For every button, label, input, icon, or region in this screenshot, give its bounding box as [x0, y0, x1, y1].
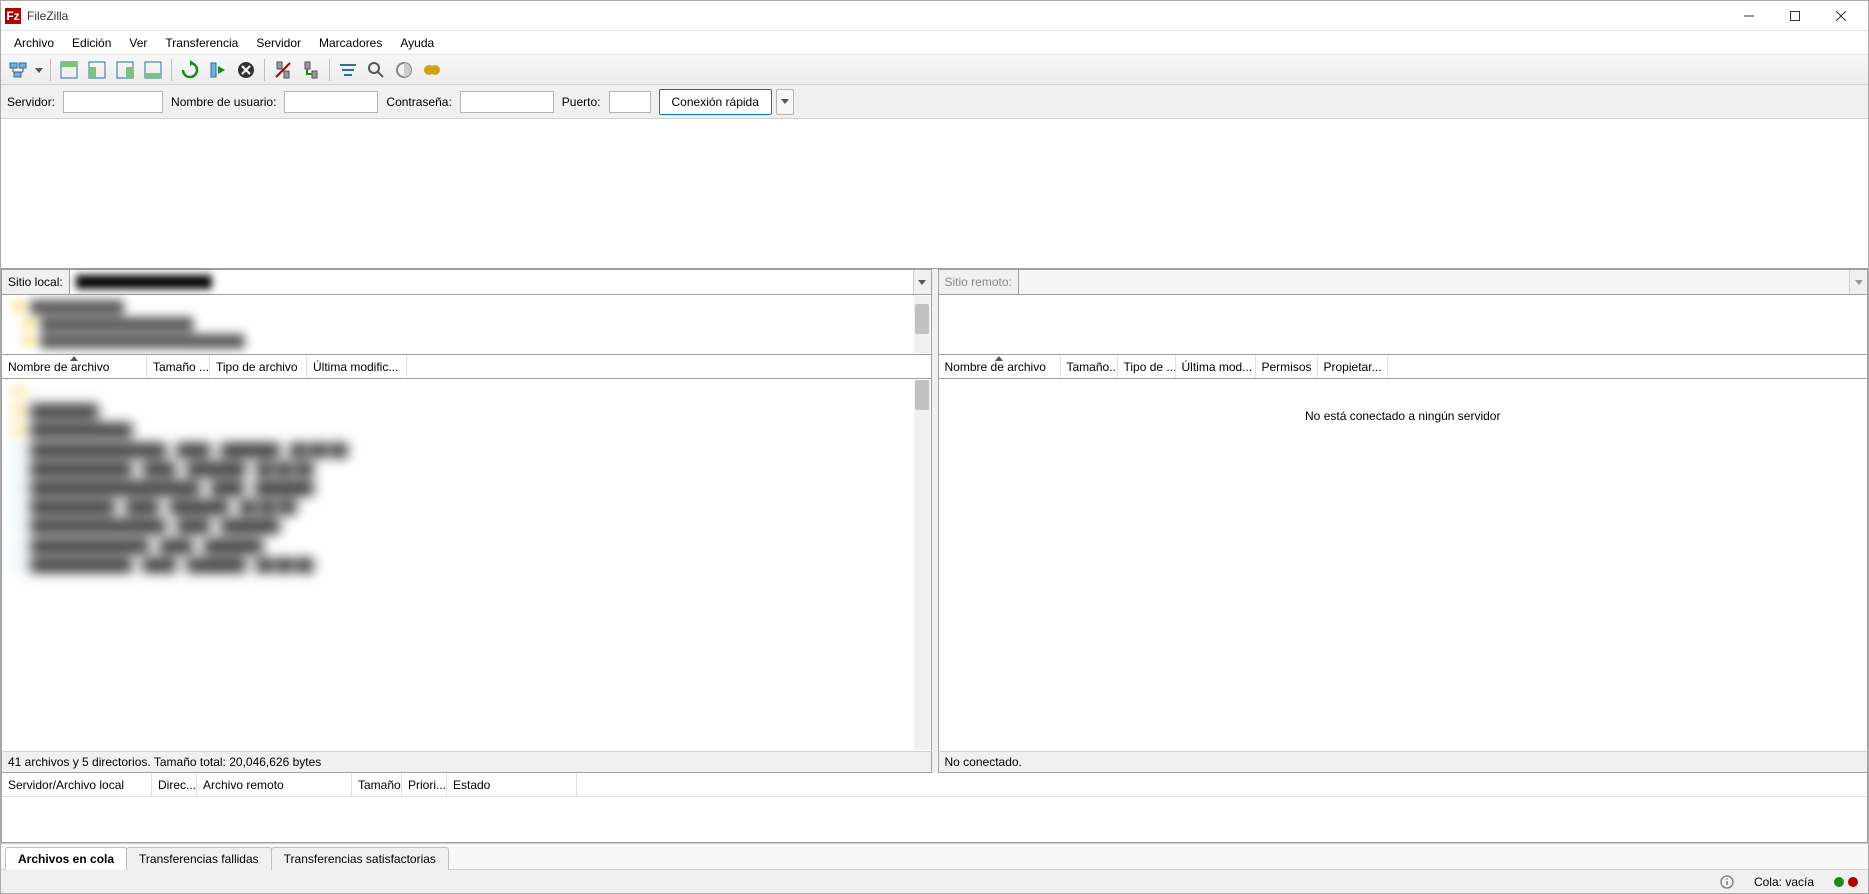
- remote-site-label: Sitio remoto:: [938, 269, 1018, 295]
- queue-tabs: Archivos en colaTransferencias fallidasT…: [1, 843, 1868, 869]
- menu-edición[interactable]: Edición: [63, 33, 120, 53]
- remote-status: No conectado.: [938, 751, 1869, 773]
- disconnect-icon[interactable]: [270, 57, 296, 83]
- server-input[interactable]: [63, 91, 163, 113]
- quickconnect-bar: Servidor: Nombre de usuario: Contraseña:…: [1, 85, 1868, 119]
- toggle-remote-tree-icon[interactable]: [112, 57, 138, 83]
- column-size[interactable]: Tamaño...: [1061, 355, 1118, 378]
- sync-browse-icon[interactable]: [419, 57, 445, 83]
- menu-archivo[interactable]: Archivo: [5, 33, 63, 53]
- scrollbar[interactable]: [914, 296, 930, 353]
- local-site-input[interactable]: [70, 270, 913, 294]
- remote-empty-message: No está conectado a ningún servidor: [939, 379, 1868, 453]
- chevron-down-icon[interactable]: [1849, 270, 1867, 294]
- user-label: Nombre de usuario:: [171, 95, 276, 109]
- port-input[interactable]: [609, 91, 651, 113]
- tab-2[interactable]: Transferencias satisfactorias: [271, 847, 449, 870]
- pass-label: Contraseña:: [386, 95, 451, 109]
- close-button[interactable]: [1818, 1, 1864, 31]
- column-dir[interactable]: Direc...: [152, 773, 197, 796]
- app-window: Fz FileZilla ArchivoEdiciónVerTransferen…: [0, 0, 1869, 894]
- filter-icon[interactable]: [335, 57, 361, 83]
- column-type[interactable]: Tipo de ...: [1118, 355, 1176, 378]
- menu-ver[interactable]: Ver: [120, 33, 156, 53]
- message-log[interactable]: [1, 119, 1868, 269]
- menu-marcadores[interactable]: Marcadores: [310, 33, 391, 53]
- quickconnect-dropdown[interactable]: [776, 89, 794, 115]
- password-input[interactable]: [460, 91, 554, 113]
- toggle-local-tree-icon[interactable]: [84, 57, 110, 83]
- tab-0[interactable]: Archivos en cola: [5, 847, 127, 870]
- column-type[interactable]: Tipo de archivo: [210, 355, 307, 378]
- menubar: ArchivoEdiciónVerTransferenciaServidorMa…: [1, 31, 1868, 55]
- toggle-queue-icon[interactable]: [140, 57, 166, 83]
- maximize-button[interactable]: [1772, 1, 1818, 31]
- column-srv[interactable]: Servidor/Archivo local: [2, 773, 152, 796]
- local-site-combo[interactable]: [69, 269, 932, 295]
- menu-servidor[interactable]: Servidor: [247, 33, 310, 53]
- cancel-icon[interactable]: [233, 57, 259, 83]
- minimize-button[interactable]: [1726, 1, 1772, 31]
- remote-site-bar: Sitio remoto:: [938, 269, 1869, 295]
- menu-ayuda[interactable]: Ayuda: [391, 33, 443, 53]
- quickconnect-button[interactable]: Conexión rápida: [659, 89, 772, 115]
- process-queue-icon[interactable]: [205, 57, 231, 83]
- column-name[interactable]: Nombre de archivo: [2, 355, 147, 378]
- column-size[interactable]: Tamaño ...: [147, 355, 210, 378]
- titlebar: Fz FileZilla: [1, 1, 1868, 31]
- remote-tree[interactable]: [938, 295, 1869, 355]
- search-icon[interactable]: [363, 57, 389, 83]
- statusbar: Cola: vacía: [1, 869, 1868, 893]
- toolbar: [1, 55, 1868, 85]
- scrollbar[interactable]: [914, 380, 930, 750]
- local-list-header: Nombre de archivoTamaño ...Tipo de archi…: [1, 355, 932, 379]
- column-perm[interactable]: Permisos: [1256, 355, 1318, 378]
- queue-status-text: Cola: vacía: [1748, 875, 1820, 889]
- compare-icon[interactable]: [391, 57, 417, 83]
- queue-status-icon: [1714, 875, 1740, 889]
- svg-text:Fz: Fz: [6, 9, 19, 23]
- username-input[interactable]: [284, 91, 378, 113]
- tab-1[interactable]: Transferencias fallidas: [126, 847, 272, 870]
- column-own[interactable]: Propietar...: [1318, 355, 1388, 378]
- column-siz[interactable]: Tamaño: [352, 773, 402, 796]
- remote-file-list[interactable]: No está conectado a ningún servidor: [938, 379, 1869, 751]
- remote-site-input: [1019, 270, 1849, 294]
- chevron-down-icon[interactable]: [913, 270, 931, 294]
- local-site-bar: Sitio local:: [1, 269, 932, 295]
- transfer-queue[interactable]: Servidor/Archivo localDirec...Archivo re…: [1, 773, 1868, 843]
- local-site-label: Sitio local:: [1, 269, 69, 295]
- column-rem[interactable]: Archivo remoto: [197, 773, 352, 796]
- refresh-icon[interactable]: [177, 57, 203, 83]
- local-file-list[interactable]: 📁 ..📁 ████████📁 ████████████📄 ██████████…: [1, 379, 932, 751]
- main-panes: Sitio local: Sitio remoto:: [1, 269, 1868, 869]
- status-indicators: [1828, 877, 1864, 887]
- toggle-log-icon[interactable]: [56, 57, 82, 83]
- remote-site-combo[interactable]: [1018, 269, 1868, 295]
- server-label: Servidor:: [7, 95, 55, 109]
- column-sta[interactable]: Estado: [447, 773, 577, 796]
- queue-header: Servidor/Archivo localDirec...Archivo re…: [2, 773, 1867, 797]
- menu-transferencia[interactable]: Transferencia: [156, 33, 247, 53]
- app-icon: Fz: [5, 8, 21, 24]
- reconnect-icon[interactable]: [298, 57, 324, 83]
- remote-list-header: Nombre de archivoTamaño...Tipo de ...Últ…: [938, 355, 1869, 379]
- port-label: Puerto:: [562, 95, 601, 109]
- column-mod[interactable]: Última mod...: [1176, 355, 1256, 378]
- local-status: 41 archivos y 5 directorios. Tamaño tota…: [1, 751, 932, 773]
- column-name[interactable]: Nombre de archivo: [939, 355, 1061, 378]
- local-tree[interactable]: 📁 ███████████ 📁 ██████████████████ 📁 ███…: [1, 295, 932, 355]
- site-manager-icon[interactable]: [5, 57, 31, 83]
- column-mod[interactable]: Última modific...: [307, 355, 407, 378]
- column-pri[interactable]: Priori...: [402, 773, 447, 796]
- app-title: FileZilla: [27, 9, 68, 23]
- dropdown-icon[interactable]: [33, 60, 45, 80]
